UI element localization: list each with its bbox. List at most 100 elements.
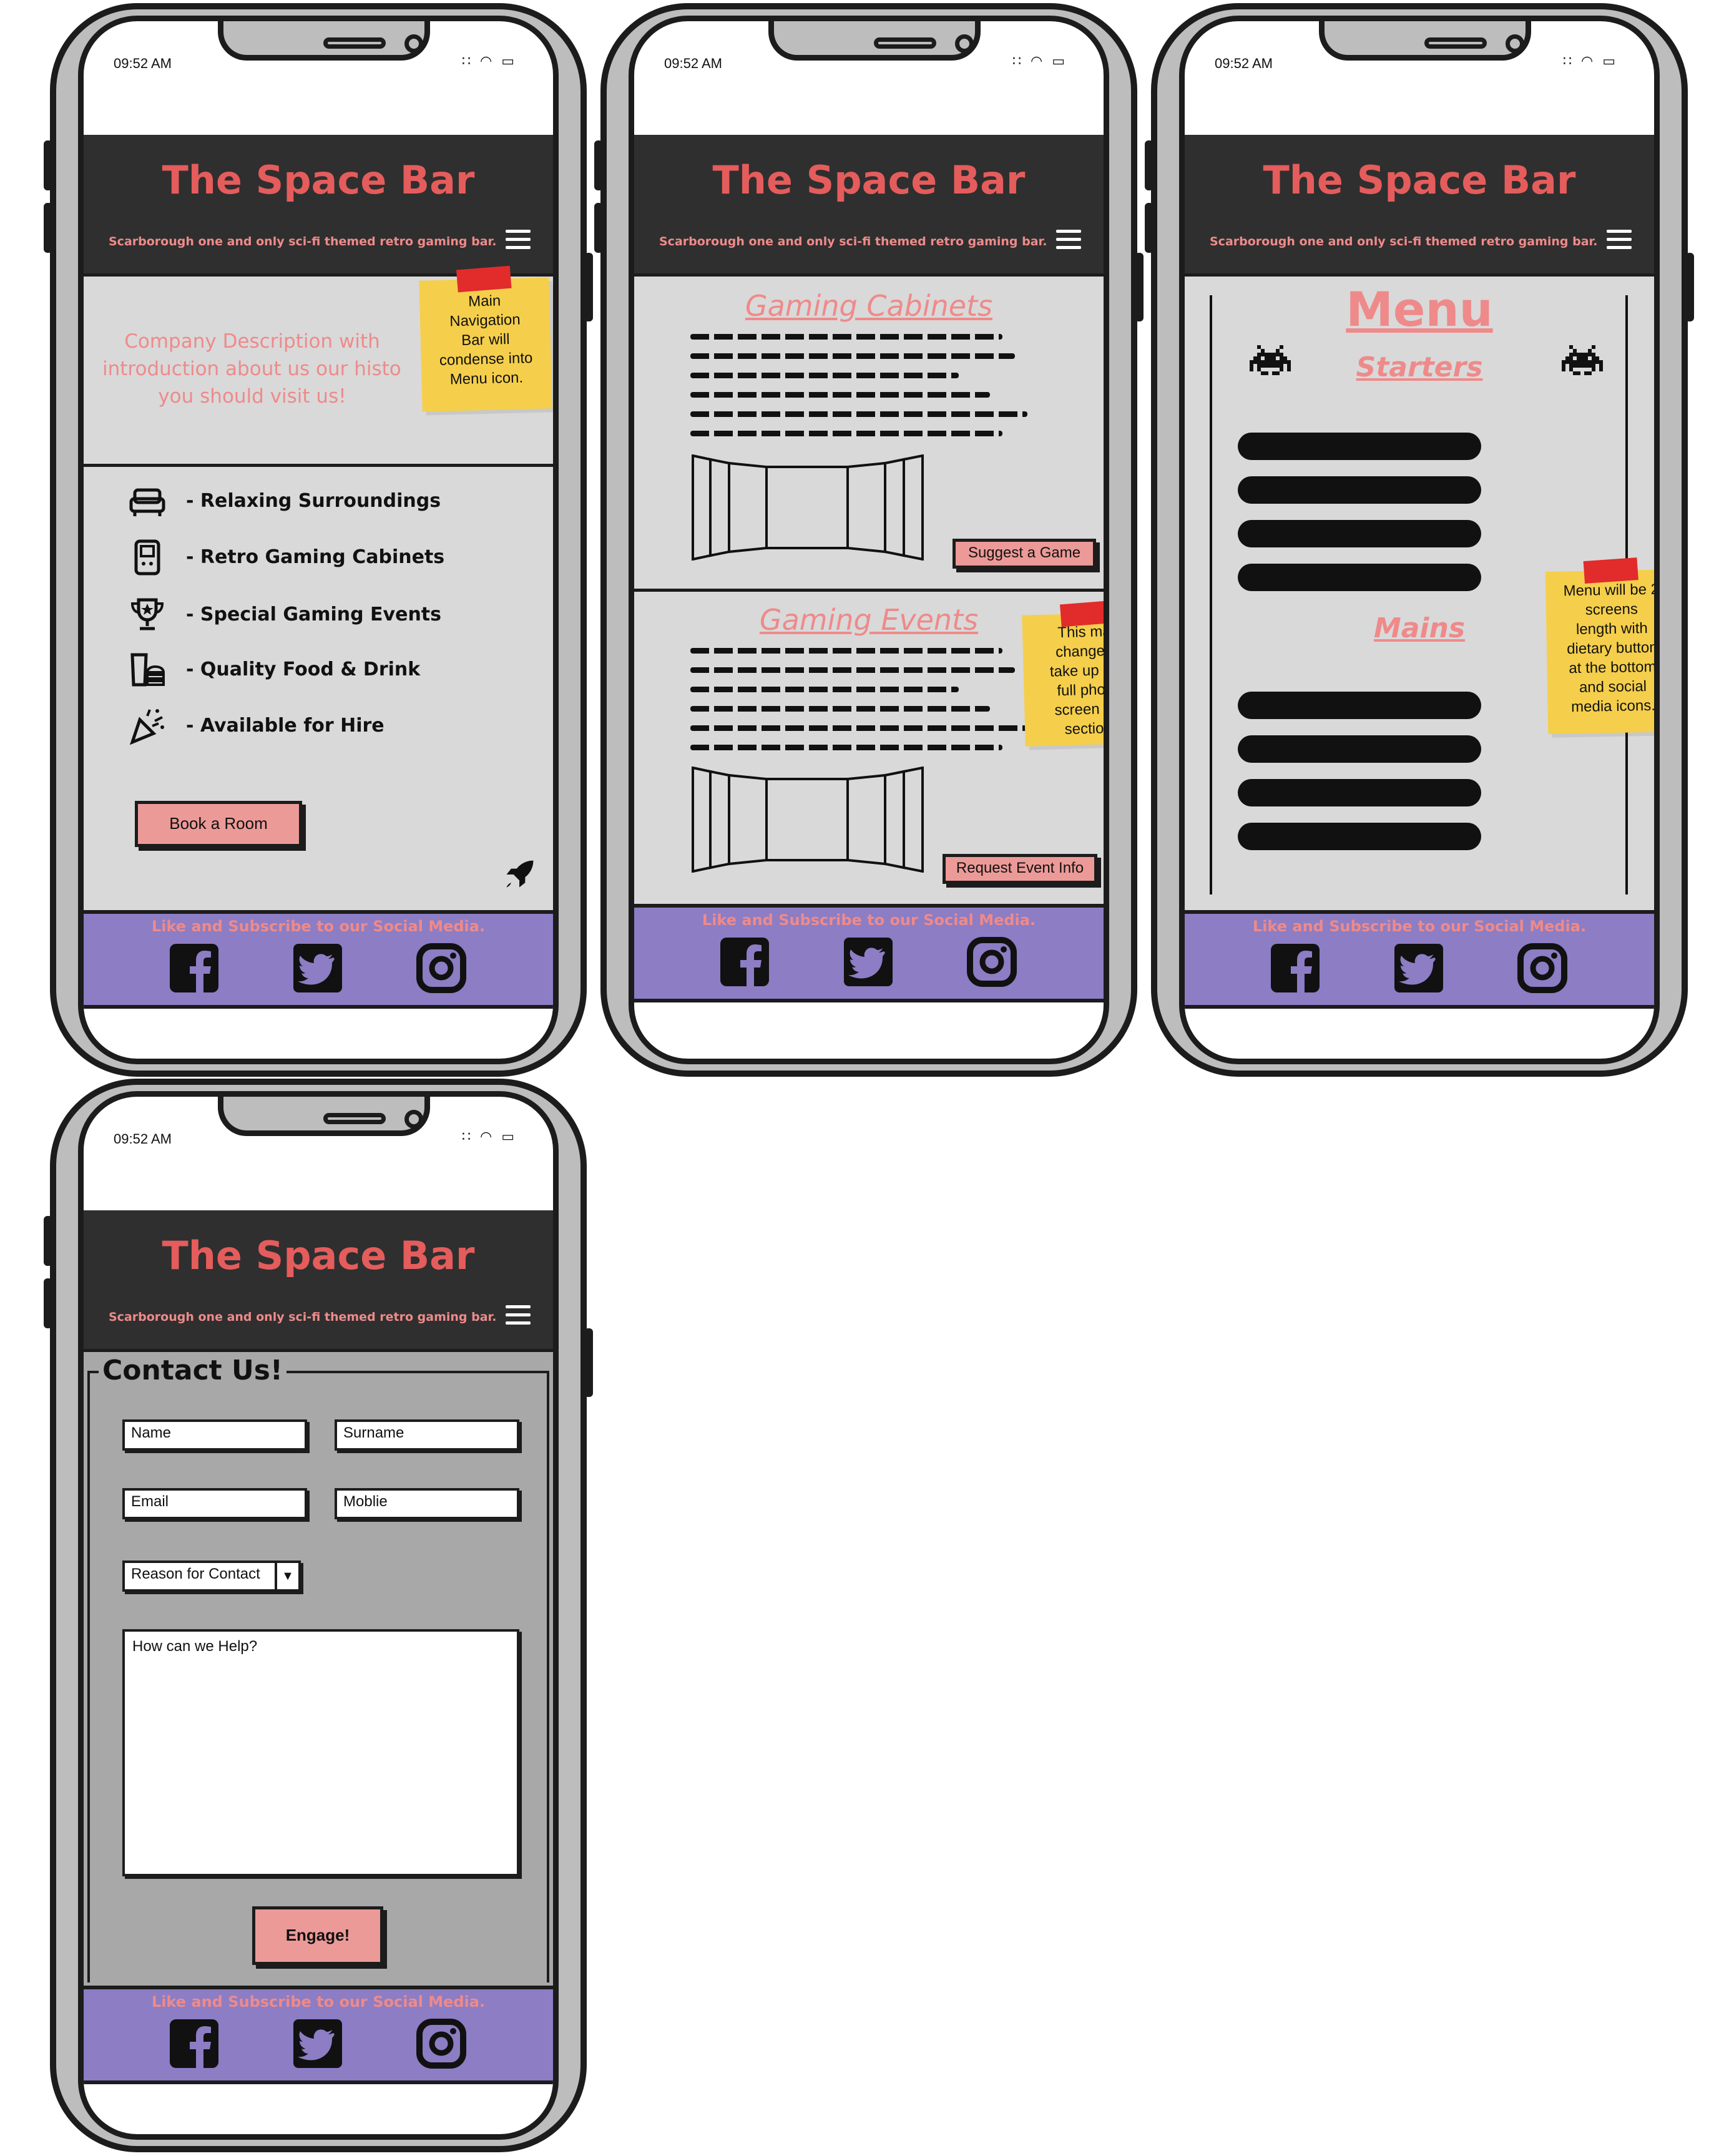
- feature-label: - Relaxing Surroundings: [186, 490, 441, 512]
- sticky-note: This maychange totake up onefull phonesc…: [1022, 600, 1104, 747]
- phone-mockup-contact: 09:52 AM ∷ ◠ ▭ The Space Bar Scarborough…: [44, 1079, 593, 2152]
- placeholder-text: [690, 648, 1027, 764]
- sofa-icon: [129, 488, 165, 516]
- phone-screen: 09:52 AM ∷ ◠ ▭ The Space Bar Scarborough…: [78, 1091, 559, 2140]
- camera-icon: [1506, 34, 1524, 53]
- request-event-info-button[interactable]: Request Event Info: [943, 854, 1097, 884]
- status-time: 09:52 AM: [1215, 56, 1273, 71]
- twitter-icon[interactable]: [843, 936, 894, 987]
- gaming-cabinets-section: Gaming Cabinets Suggest a Game: [634, 277, 1104, 592]
- phone-screen: 09:52 AM ∷ ◠ ▭ The Space Bar Scarborough…: [1179, 16, 1660, 1064]
- footer-text: Like and Subscribe to our Social Media.: [151, 918, 486, 935]
- intro-text: Company Description with introduction ab…: [102, 330, 402, 408]
- menu-item-placeholder: [1238, 823, 1481, 850]
- hamburger-menu-icon[interactable]: [506, 230, 531, 250]
- status-time: 09:52 AM: [664, 56, 722, 71]
- name-field[interactable]: Name: [122, 1419, 307, 1451]
- message-textarea[interactable]: How can we Help?: [122, 1629, 519, 1876]
- suggest-game-button[interactable]: Suggest a Game: [953, 539, 1096, 569]
- surname-field[interactable]: Surname: [335, 1419, 519, 1451]
- section-title[interactable]: Gaming Cabinets: [634, 289, 1104, 323]
- food-drink-icon: [130, 653, 165, 687]
- instagram-icon[interactable]: [966, 936, 1017, 987]
- feature-label: - Special Gaming Events: [186, 604, 441, 625]
- twitter-icon[interactable]: [292, 2018, 343, 2069]
- email-field[interactable]: Email: [122, 1488, 307, 1519]
- tape: [1059, 600, 1104, 627]
- facebook-icon[interactable]: [1270, 943, 1321, 994]
- hamburger-menu-icon[interactable]: [506, 1305, 531, 1325]
- site-title[interactable]: The Space Bar: [634, 157, 1104, 203]
- site-header: The Space Bar Scarborough one and only s…: [634, 135, 1104, 273]
- footer-text: Like and Subscribe to our Social Media.: [151, 1993, 486, 2011]
- instagram-icon[interactable]: [416, 2018, 467, 2069]
- camera-icon: [404, 1110, 423, 1129]
- camera-icon: [955, 34, 974, 53]
- arcade-cabinet-icon: [134, 539, 160, 576]
- phone-notch: [218, 21, 430, 61]
- placeholder-text: [690, 334, 1027, 450]
- menu-item-placeholder: [1238, 476, 1481, 504]
- menu-title: Menu: [1346, 282, 1493, 337]
- image-carousel[interactable]: [692, 454, 941, 561]
- phone-notch: [218, 1097, 430, 1136]
- facebook-icon[interactable]: [169, 943, 220, 994]
- twitter-icon[interactable]: [292, 943, 343, 994]
- status-icons: ∷ ◠ ▭: [462, 54, 517, 69]
- site-header: The Space Bar Scarborough one and only s…: [1185, 135, 1654, 273]
- site-title[interactable]: The Space Bar: [1185, 157, 1654, 203]
- twitter-icon[interactable]: [1393, 943, 1444, 994]
- status-time: 09:52 AM: [114, 1131, 172, 1147]
- rocket-icon[interactable]: [502, 857, 537, 892]
- speaker-icon: [1424, 37, 1487, 49]
- site-tagline: Scarborough one and only sci-fi themed r…: [659, 235, 1047, 248]
- phone-mockup-home: 09:52 AM ∷ ◠ ▭ The Space Bar Scarborough…: [44, 3, 593, 1077]
- speaker-icon: [323, 1113, 386, 1124]
- phone-screen: 09:52 AM ∷ ◠ ▭ The Space Bar Scarborough…: [78, 16, 559, 1064]
- site-header: The Space Bar Scarborough one and only s…: [84, 1210, 553, 1349]
- site-title[interactable]: The Space Bar: [84, 1233, 553, 1278]
- reason-select-value: Reason for Contact: [131, 1566, 260, 1582]
- menu-section-starters[interactable]: Starters: [1185, 351, 1654, 383]
- trophy-icon: [130, 598, 164, 630]
- facebook-icon[interactable]: [169, 2018, 220, 2069]
- contact-content: Contact Us! Name Surname Email Moblie Re…: [84, 1349, 553, 1986]
- footer-text: Like and Subscribe to our Social Media.: [702, 911, 1036, 929]
- phone-screen: 09:52 AM ∷ ◠ ▭ The Space Bar Scarborough…: [629, 16, 1109, 1064]
- instagram-icon[interactable]: [416, 943, 467, 994]
- instagram-icon[interactable]: [1517, 943, 1568, 994]
- site-tagline: Scarborough one and only sci-fi themed r…: [1210, 235, 1598, 248]
- hamburger-menu-icon[interactable]: [1607, 230, 1632, 250]
- menu-item-placeholder: [1238, 779, 1481, 806]
- feature-label: - Available for Hire: [186, 715, 384, 737]
- book-room-button[interactable]: Book a Room: [135, 801, 302, 847]
- mobile-field[interactable]: Moblie: [335, 1488, 519, 1519]
- footer-text: Like and Subscribe to our Social Media.: [1252, 918, 1587, 935]
- reason-select[interactable]: Reason for Contact ▼: [122, 1561, 301, 1592]
- menu-item-placeholder: [1238, 433, 1481, 460]
- home-content: Company Description with introduction ab…: [84, 265, 553, 910]
- feature-label: - Quality Food & Drink: [186, 659, 421, 680]
- hamburger-menu-icon[interactable]: [1056, 230, 1081, 250]
- party-popper-icon: [130, 709, 164, 745]
- contact-legend: Contact Us!: [99, 1355, 287, 1386]
- image-carousel[interactable]: [692, 767, 941, 873]
- site-tagline: Scarborough one and only sci-fi themed r…: [109, 1310, 497, 1324]
- site-title[interactable]: The Space Bar: [84, 157, 553, 203]
- social-footer: Like and Subscribe to our Social Media.: [634, 904, 1104, 1002]
- menu-item-placeholder: [1238, 520, 1481, 547]
- sticky-note: Menu will be 2 screens length with dietary …: [1545, 557, 1654, 734]
- site-tagline: Scarborough one and only sci-fi themed r…: [109, 235, 497, 248]
- engage-submit-button[interactable]: Engage!: [252, 1906, 383, 1965]
- gaming-content: Gaming Cabinets Suggest a Game Gaming Ev…: [634, 273, 1104, 904]
- social-footer: Like and Subscribe to our Social Media.: [1185, 910, 1654, 1009]
- chevron-down-icon[interactable]: ▼: [275, 1563, 298, 1589]
- site-header: The Space Bar Scarborough one and only s…: [84, 135, 553, 273]
- speaker-icon: [874, 37, 936, 49]
- menu-item-placeholder: [1238, 692, 1481, 719]
- facebook-icon[interactable]: [719, 936, 770, 987]
- tape: [1583, 557, 1638, 584]
- status-icons: ∷ ◠ ▭: [1012, 54, 1067, 69]
- menu-border-left: [1210, 295, 1212, 894]
- phone-notch: [768, 21, 981, 61]
